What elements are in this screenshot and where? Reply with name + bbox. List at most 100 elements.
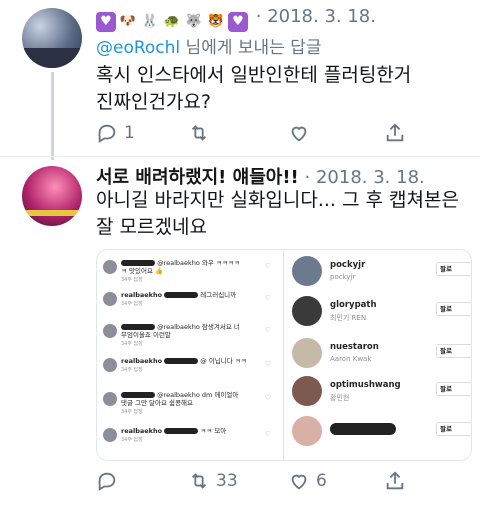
reply-handle-link[interactable]: @eoRochl [96,38,180,58]
following-avatar [292,256,322,286]
tweet-actions: 1 [96,122,416,146]
avatar[interactable] [22,166,82,226]
comment-body-line2: ㅋ 맛있어요 👍 [121,267,164,275]
like-button[interactable] [288,122,316,144]
following-username: optimushwang [330,380,401,390]
turtle-icon: 🐢 [163,14,181,29]
comment-row: realbaekho 레그러십니까 34주 답장 ♡ [103,290,279,314]
comment-meta: 34주 답장 [121,301,143,307]
tweet-actions: 33 6 [96,470,416,494]
avatar[interactable] [22,8,82,68]
comment-body: @realbaekho dm 에이얼아 [157,391,239,399]
display-name-emojis[interactable]: ♥ 🐶 🐰 🐢 🐺 🐯 ♥ [96,6,250,32]
comment-text: realbaekho ㅋㅋ 모아 [121,427,271,435]
comment-heart-icon: ♡ [264,262,271,270]
follow-button: 팔로 [436,382,471,396]
reply-count: 1 [124,123,135,143]
tweet-1: ♥ 🐶 🐰 🐢 🐺 🐯 ♥ · 2018. 3. 18. @eoRochl 님에게 보내는 … [0,0,480,160]
tweet-text-line: 혹시 인스타에서 일반인한테 플러팅한거 [96,64,412,86]
following-username: nuestaron [330,342,379,352]
following-avatar [292,338,322,368]
comment-body: @realbaekho 와우 ㅋㅋㅋㅋ [157,259,240,267]
retweet-button[interactable] [188,122,216,144]
comment-row: realbaekho ㅋㅋ 모아 34주 답장 ♡ [103,426,279,450]
following-row: nuestaron Aaron Kwak 팔로 [292,336,471,374]
follow-button: 팔로 [436,262,471,276]
comment-text: @realbaekho 와우 ㅋㅋㅋㅋㅋ 맛있어요 👍 [121,259,271,275]
rabbit-face-icon: 🐰 [141,14,159,29]
tweet-1-header: ♥ 🐶 🐰 🐢 🐺 🐯 ♥ · 2018. 3. 18. [96,6,376,32]
following-row: 팔로 [292,414,471,452]
reply-button[interactable]: 1 [96,122,135,144]
retweet-button[interactable]: 33 [188,470,238,492]
redacted-username [164,292,199,298]
redacted-username [164,358,199,364]
comment-text: @realbaekho 잠생겨서요 너 무엄이올죠 이런말 [121,323,271,339]
following-avatar [292,376,322,406]
comment-body-line2: 댓글 그만 달아요 쉼콩해요 [121,399,193,407]
comment-heart-icon: ♡ [264,360,271,368]
comment-list: @realbaekho 와우 ㅋㅋㅋㅋㅋ 맛있어요 👍 34주 답장 ♡ realba… [97,250,281,460]
tweet-text-line: 아니길 바라지만 실화입니다... 그 후 캡쳐본은 [96,189,459,211]
comment-body: ㅋㅋ 모아 [200,427,227,435]
share-icon [386,471,404,490]
redacted-username [330,423,396,435]
retweet-icon [191,125,207,141]
purple-heart-icon: ♥ [96,12,116,32]
purple-heart-icon: ♥ [228,12,248,32]
following-row: pockyjr pockyjr 팔로 [292,254,471,292]
thread-line [51,72,54,160]
tweet-text-line: 잘 모르겠네요 [96,216,207,238]
share-button[interactable] [384,470,406,492]
comment-username: realbaekho [121,291,163,299]
commenter-avatar [103,260,117,274]
reply-icon [98,472,116,491]
commenter-avatar [103,324,117,338]
wolf-face-icon: 🐺 [185,14,203,29]
redacted-username [121,392,155,398]
tweet-text: 아니길 바라지만 실화입니다... 그 후 캡쳐본은 잘 모르겠네요 [96,187,459,241]
commenter-avatar [103,392,117,406]
comment-meta: 34주 답장 [121,367,143,373]
retweet-count: 33 [216,471,238,491]
attached-image[interactable]: @realbaekho 와우 ㅋㅋㅋㅋㅋ 맛있어요 👍 34주 답장 ♡ realba… [96,249,472,461]
like-button[interactable]: 6 [288,470,327,492]
follow-button: 팔로 [436,422,471,436]
commenter-avatar [103,292,117,306]
following-username: glorypath [330,300,377,310]
tweet-text-line: 진짜인건가요? [96,91,211,113]
heart-icon [291,474,307,490]
comment-heart-icon: ♡ [264,326,271,334]
comment-body-line2: 무엄이올죠 이런말 [121,331,171,339]
tweet-date[interactable]: 2018. 3. 18. [316,167,425,188]
comment-heart-icon: ♡ [264,294,271,302]
following-fullname: 최민기 REN [330,314,367,322]
display-name[interactable]: 서로 배려하랬지! 얘들아!! [96,167,299,188]
following-row: glorypath 최민기 REN 팔로 [292,294,471,332]
share-icon [386,123,404,142]
comment-meta: 34주 답장 [121,437,143,443]
follow-button: 팔로 [436,344,471,358]
following-fullname: pockyjr [330,273,356,281]
reply-suffix: 님에게 보내는 답글 [180,38,322,58]
separator: · [304,167,311,188]
comment-username: realbaekho [121,427,163,435]
comment-body: @realbaekho 잠생겨서요 너 [157,323,240,331]
following-fullname: Aaron Kwak [330,355,372,363]
reply-button[interactable] [96,470,124,492]
heart-icon [291,126,307,142]
comment-row: @realbaekho dm 에이얼아 댓글 그만 달아요 쉼콩해요 34주 답장 ♡ [103,390,279,415]
comment-username: realbaekho [121,357,163,365]
tweet-2-header: 서로 배려하랬지! 얘들아!! · 2018. 3. 18. [96,163,425,189]
comment-meta: 34주 답장 [121,341,143,347]
tweet-date[interactable]: 2018. 3. 18. [267,6,376,27]
comment-meta: 34주 답장 [121,409,143,415]
like-count: 6 [316,471,327,491]
separator: · [255,6,262,27]
following-avatar [292,416,322,446]
commenter-avatar [103,428,117,442]
tiger-face-icon: 🐯 [207,14,225,29]
share-button[interactable] [384,122,406,144]
comment-meta: 34주 답장 [121,277,143,283]
redacted-username [164,428,199,434]
